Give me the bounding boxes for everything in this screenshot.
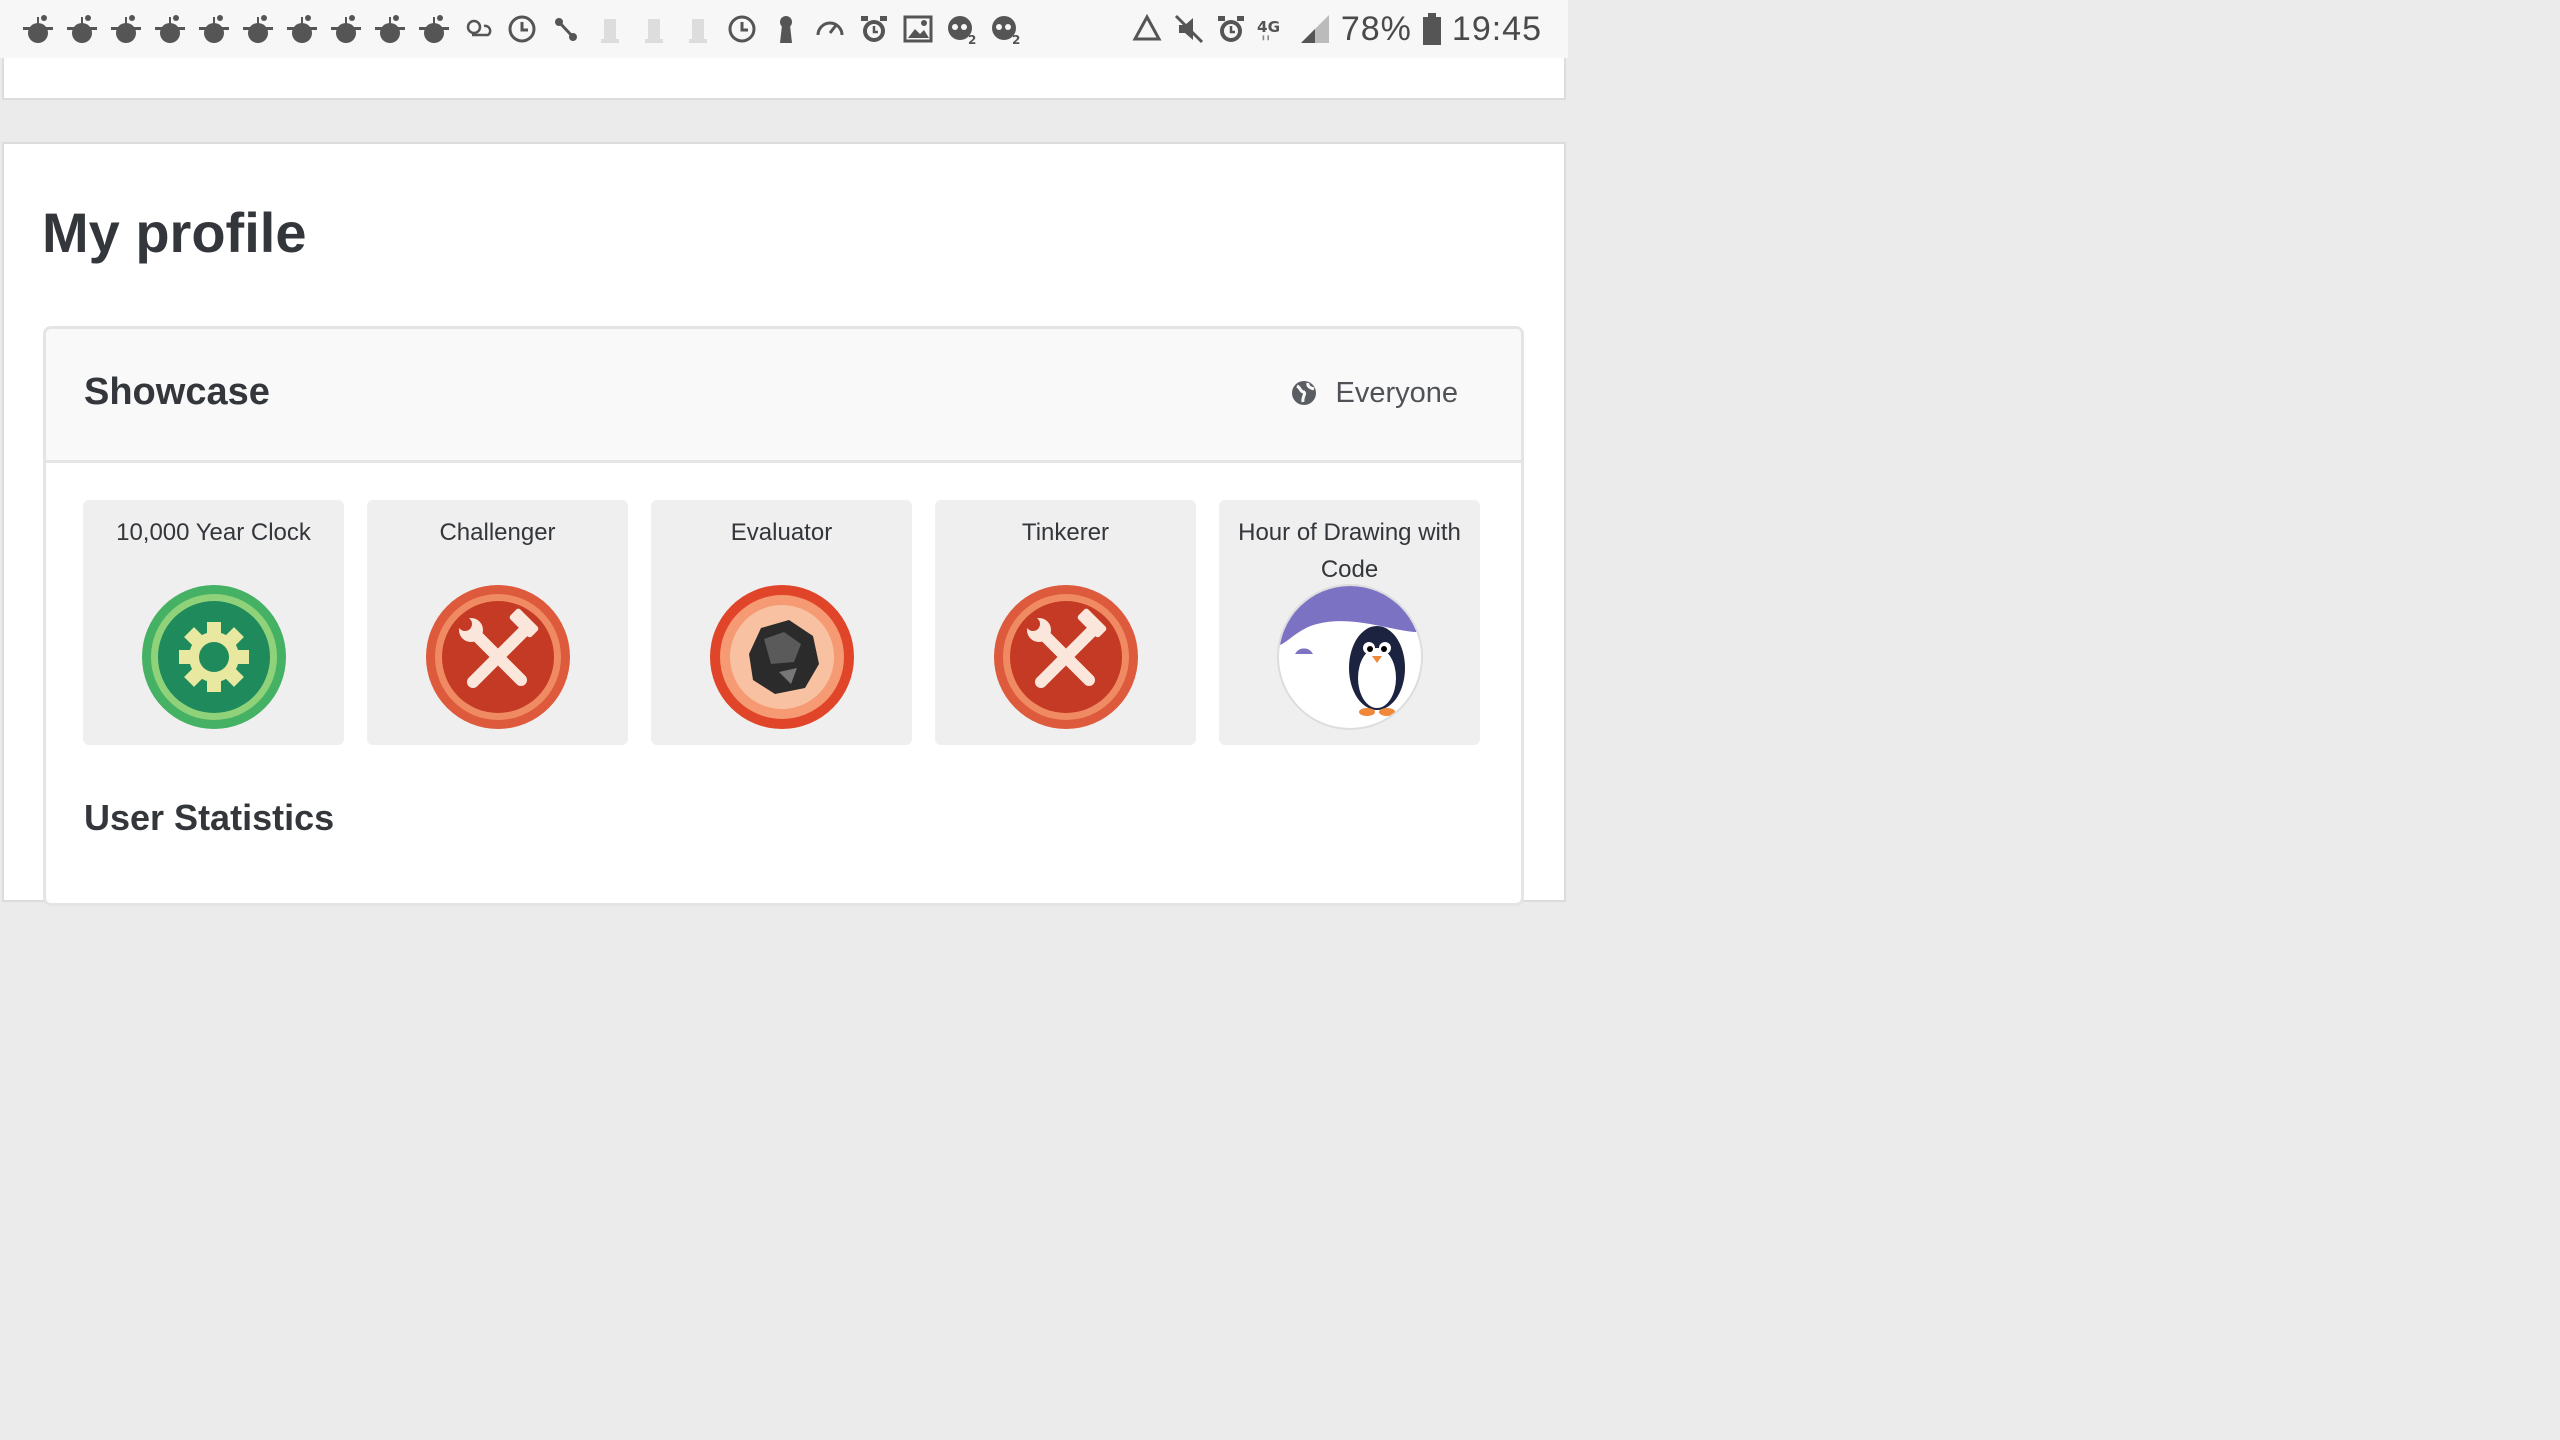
badge-name: Evaluator	[730, 519, 833, 546]
badge-card[interactable]: 10,000 Year Clock	[83, 500, 344, 745]
mute-icon	[1174, 14, 1203, 44]
network-4g-lte-icon: 4G	[1257, 18, 1280, 41]
reddit-icon	[111, 15, 141, 43]
showcase-panel: Showcase Everyone 10,000 Year Clock Chal…	[43, 326, 1524, 906]
showcase-title: Showcase	[84, 371, 270, 413]
badge-name: Challenger	[439, 519, 556, 546]
alarm-icon	[861, 16, 887, 42]
svg-text:4G: 4G	[1257, 18, 1280, 36]
status-bar: 2 2 4G 78% 19:45	[0, 0, 1568, 58]
previous-card	[2, 58, 1566, 100]
reddit-icon	[23, 15, 53, 43]
page-title: My profile	[42, 201, 307, 264]
meteorite-badge-icon	[710, 585, 854, 729]
globe-icon	[1292, 381, 1317, 405]
badge-name: 10,000 Year Clock	[116, 519, 311, 546]
chess-icon	[601, 19, 619, 43]
badge-card[interactable]: Tinkerer	[935, 500, 1196, 745]
reddit-icon	[155, 15, 185, 43]
weather-icon	[466, 19, 492, 37]
svg-text:2: 2	[968, 33, 976, 45]
visibility-label: Everyone	[1335, 376, 1458, 409]
showcase-header: Showcase Everyone	[46, 329, 1521, 463]
badge-name: Tinkerer	[1021, 519, 1110, 546]
battery-percent: 78%	[1340, 9, 1412, 48]
reddit-icon	[287, 15, 317, 43]
recycle-icon	[1132, 13, 1162, 41]
svg-text:2: 2	[1012, 33, 1020, 45]
user-statistics-title: User Statistics	[84, 797, 335, 838]
battery-icon	[1422, 13, 1441, 45]
reddit-icon	[199, 15, 229, 43]
game-icon: 2	[992, 16, 1020, 45]
tools-badge-icon	[426, 585, 570, 729]
system-tray: 4G 78% 19:45	[1131, 10, 1542, 49]
reddit-icon	[243, 15, 273, 43]
game-icon: 2	[948, 16, 976, 45]
keyhole-icon	[780, 16, 792, 43]
speedometer-icon	[816, 21, 844, 36]
badge-name: Hour of Drawing with Code	[1238, 519, 1461, 583]
clock-icon	[508, 15, 536, 43]
penguin-badge-icon	[1277, 584, 1423, 730]
clock-icon	[728, 15, 756, 43]
tools-badge-icon	[994, 585, 1138, 729]
chess-icon	[645, 19, 663, 43]
badge-card[interactable]: Challenger	[367, 500, 628, 745]
reddit-icon	[331, 15, 361, 43]
chess-icon	[689, 19, 707, 43]
reddit-icon	[419, 15, 449, 43]
gear-badge-icon	[142, 585, 286, 729]
image-icon	[903, 15, 933, 43]
signal-icon	[1300, 15, 1329, 43]
alarm-icon	[1217, 16, 1244, 42]
visibility-selector[interactable]: Everyone	[1291, 373, 1458, 413]
badge-card[interactable]: Hour of Drawing with Code	[1219, 500, 1480, 745]
badge-card[interactable]: Evaluator	[651, 500, 912, 745]
reddit-icon	[67, 15, 97, 43]
notification-icons: 2 2	[22, 13, 1022, 45]
reddit-icon	[375, 15, 405, 43]
route-icon	[555, 18, 577, 41]
badge-list: 10,000 Year Clock Challenger Evaluator T…	[83, 500, 1480, 745]
clock-time: 19:45	[1451, 9, 1542, 48]
